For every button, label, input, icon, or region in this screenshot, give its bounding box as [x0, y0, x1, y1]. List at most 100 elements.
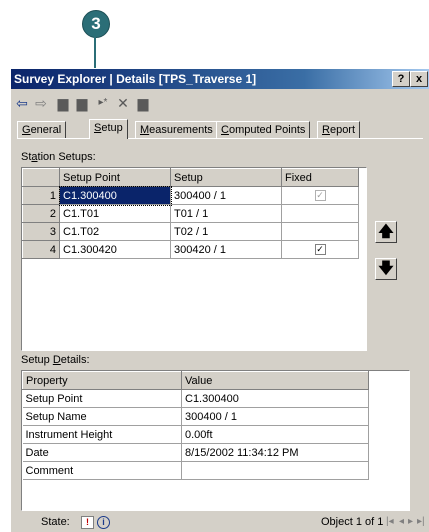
setup-cell[interactable]: T02 / 1	[170, 222, 282, 241]
new-record-icon[interactable]: ▆	[55, 95, 71, 111]
tab-setup-label: etup	[101, 122, 123, 134]
row-number[interactable]: 4	[22, 240, 60, 259]
fixed-checkbox[interactable]: ✓	[314, 190, 326, 202]
table-row[interactable]: Setup Point C1.300400	[22, 389, 369, 408]
setup-cell[interactable]: 300420 / 1	[170, 240, 282, 259]
value-cell[interactable]	[181, 461, 369, 480]
value-header[interactable]: Value	[181, 371, 369, 390]
back-icon[interactable]: ⇦	[14, 95, 30, 111]
delete-icon[interactable]: ✕	[115, 95, 131, 111]
state-warning-icon: !	[81, 516, 94, 529]
details-label-mnemonic: D	[52, 354, 61, 366]
row-number[interactable]: 3	[22, 222, 60, 241]
setup-point-cell[interactable]: C1.T01	[59, 204, 171, 223]
row-number[interactable]: 2	[22, 204, 60, 223]
fixed-header[interactable]: Fixed	[281, 168, 359, 187]
setup-point-cell[interactable]: C1.300420	[59, 240, 171, 259]
previous-record-icon[interactable]: ◂	[399, 516, 404, 527]
tab-report-label: eport	[329, 124, 356, 136]
callout-pointer	[94, 36, 96, 72]
setup-cell[interactable]: T01 / 1	[170, 204, 282, 223]
value-cell[interactable]: 8/15/2002 11:34:12 PM	[181, 443, 369, 462]
tab-divider	[17, 138, 423, 139]
first-record-icon[interactable]: |◂	[386, 516, 394, 527]
tab-measurements-label: easurements	[149, 124, 213, 136]
fixed-cell[interactable]: ✓	[281, 240, 359, 259]
setup-point-header[interactable]: Setup Point	[59, 168, 171, 187]
move-up-button[interactable]: 🡅	[375, 221, 397, 243]
property-cell: Comment	[22, 461, 182, 480]
toolbar: ⇦ ⇨ ▆ ▆ ▸* ✕ ▆	[11, 91, 429, 115]
save-icon[interactable]: ▆	[74, 95, 90, 111]
setup-header[interactable]: Setup	[170, 168, 282, 187]
help-button[interactable]: ?	[392, 71, 410, 87]
tab-report-mnemonic: R	[322, 124, 330, 136]
survey-explorer-window: Survey Explorer | Details [TPS_Traverse …	[10, 68, 429, 532]
tab-strip: General Setup Measurements Computed Poin…	[17, 119, 427, 139]
value-cell[interactable]: C1.300400	[181, 389, 369, 408]
last-record-icon[interactable]: ▸|	[417, 516, 425, 527]
fixed-cell[interactable]	[281, 204, 359, 223]
row-number-header	[22, 168, 60, 187]
station-setups-table: Setup Point Setup Fixed 1 C1.300400 3004…	[22, 168, 359, 259]
tab-general[interactable]: General	[17, 121, 67, 138]
status-bar: State: ! i Object 1 of 1 |◂ ◂ ▸ ▸|	[11, 512, 429, 532]
setup-point-cell[interactable]: C1.T02	[59, 222, 171, 241]
station-label-b: tion Setups:	[37, 151, 96, 163]
table-row[interactable]: Setup Name 300400 / 1	[22, 407, 369, 426]
property-cell: Setup Point	[22, 389, 182, 408]
tab-measurements[interactable]: Measurements	[135, 121, 218, 138]
property-cell: Setup Name	[22, 407, 182, 426]
station-label-a: St	[21, 151, 32, 163]
setup-cell[interactable]: 300400 / 1	[170, 186, 282, 205]
setup-details-table: Property Value Setup Point C1.300400 Set…	[22, 371, 369, 480]
step-callout: 3	[82, 10, 110, 38]
setup-details-grid: Property Value Setup Point C1.300400 Set…	[21, 370, 410, 511]
next-record-icon[interactable]: ▸	[408, 516, 413, 527]
station-setups-grid: Setup Point Setup Fixed 1 C1.300400 3004…	[21, 167, 367, 351]
step-number: 3	[91, 14, 101, 33]
table-row[interactable]: Date 8/15/2002 11:34:12 PM	[22, 443, 369, 462]
details-label-a: Setup	[21, 354, 53, 366]
tab-computed-points-mnemonic: C	[221, 124, 229, 136]
table-row[interactable]: 4 C1.300420 300420 / 1 ✓	[22, 240, 359, 259]
property-cell: Date	[22, 443, 182, 462]
table-row[interactable]: 2 C1.T01 T01 / 1	[22, 204, 359, 223]
table-row[interactable]: Instrument Height 0.00ft	[22, 425, 369, 444]
arrow-down-icon: 🡇	[378, 260, 394, 277]
value-cell[interactable]: 300400 / 1	[181, 407, 369, 426]
properties-icon[interactable]: ▆	[135, 95, 151, 111]
property-header[interactable]: Property	[22, 371, 182, 390]
tab-computed-points-label: omputed Points	[228, 124, 306, 136]
tab-computed-points[interactable]: Computed Points	[216, 121, 311, 138]
details-label-b: etails:	[60, 354, 90, 366]
setup-point-cell[interactable]: C1.300400	[58, 185, 172, 206]
setup-details-label: Setup Details:	[21, 354, 90, 366]
details-header-row: Property Value	[22, 371, 369, 390]
table-row[interactable]: 1 C1.300400 300400 / 1 ✓	[22, 185, 359, 206]
forward-icon[interactable]: ⇨	[33, 95, 49, 111]
table-row[interactable]: Comment	[22, 461, 369, 480]
station-setups-label: Station Setups:	[21, 151, 96, 163]
title-bar: Survey Explorer | Details [TPS_Traverse …	[11, 69, 429, 89]
property-cell: Instrument Height	[22, 425, 182, 444]
value-cell[interactable]: 0.00ft	[181, 425, 369, 444]
object-counter: Object 1 of 1	[321, 516, 384, 528]
station-header-row: Setup Point Setup Fixed	[22, 168, 359, 187]
row-number[interactable]: 1	[22, 186, 60, 205]
fixed-cell[interactable]	[281, 222, 359, 241]
move-down-button[interactable]: 🡇	[375, 258, 397, 280]
tab-measurements-mnemonic: M	[140, 124, 150, 136]
table-row[interactable]: 3 C1.T02 T02 / 1	[22, 222, 359, 241]
fixed-cell[interactable]: ✓	[281, 186, 359, 205]
tab-general-label: eneral	[30, 124, 62, 136]
tab-report[interactable]: Report	[317, 121, 361, 138]
tab-setup[interactable]: Setup	[89, 119, 128, 139]
close-button[interactable]: x	[410, 71, 428, 87]
insert-row-icon[interactable]: ▸*	[95, 95, 111, 111]
tab-general-mnemonic: G	[22, 124, 31, 136]
window-title: Survey Explorer | Details [TPS_Traverse …	[14, 72, 257, 86]
state-label: State:	[41, 516, 70, 528]
arrow-up-icon: 🡅	[378, 223, 394, 240]
fixed-checkbox[interactable]: ✓	[314, 244, 326, 256]
